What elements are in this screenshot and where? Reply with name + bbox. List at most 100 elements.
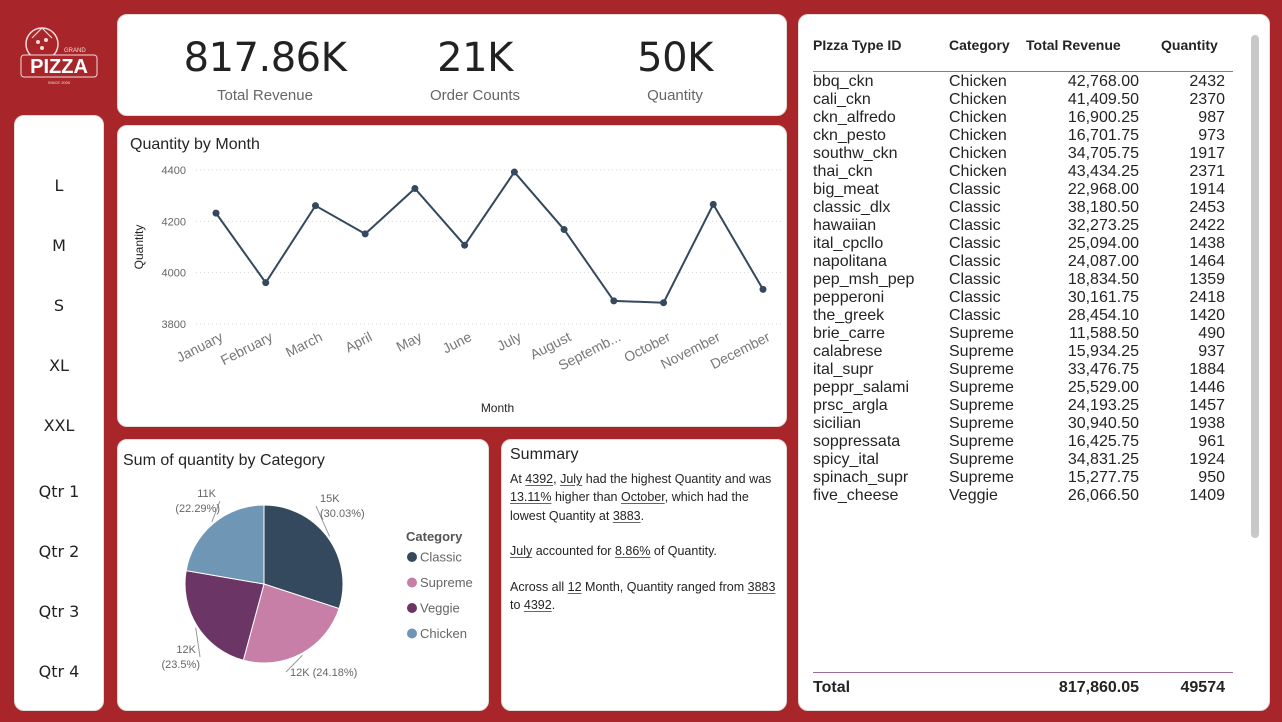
legend-marker	[407, 552, 417, 562]
slicer-item-qtr2[interactable]: Qtr 2	[15, 542, 103, 561]
table-row[interactable]: big_meat Classic 22,968.00 1914	[813, 181, 1233, 199]
legend-item: Veggie	[420, 601, 460, 616]
x-tick-label: July	[494, 328, 523, 354]
category-cell: Supreme	[949, 415, 1014, 432]
kpi-quantity: 50K Quantity	[575, 33, 775, 104]
table-total-row: Total 817,860.05 49574	[813, 672, 1233, 702]
quantity-cell: 961	[1198, 433, 1225, 450]
revenue-cell: 41,409.50	[1067, 91, 1139, 108]
slicer-item-xxl[interactable]: XXL	[15, 416, 103, 435]
table-row[interactable]: ital_supr Supreme 33,476.75 1884	[813, 361, 1233, 379]
quantity-cell: 2370	[1189, 91, 1225, 108]
revenue-cell: 33,476.75	[1067, 361, 1139, 378]
column-header-pizza-type[interactable]: PIzza Type ID	[813, 25, 949, 72]
kpi-value: 817.86K	[183, 35, 347, 81]
table-row[interactable]: bbq_ckn Chicken 42,768.00 2432	[813, 73, 1233, 91]
table-row[interactable]: pepperoni Classic 30,161.75 2418	[813, 289, 1233, 307]
revenue-cell: 28,454.10	[1067, 307, 1139, 324]
x-tick-label: May	[393, 328, 424, 354]
slice-label: 12K	[176, 644, 196, 656]
pie-slice[interactable]	[185, 504, 265, 585]
table-row[interactable]: the_greek Classic 28,454.10 1420	[813, 307, 1233, 325]
pizza-type-cell: calabrese	[813, 343, 883, 360]
kpi-value: 50K	[637, 35, 713, 81]
slicer-item-qtr4[interactable]: Qtr 4	[15, 662, 103, 681]
category-cell: Classic	[949, 253, 1001, 270]
pizza-type-cell: ckn_pesto	[813, 127, 886, 144]
slicer-item-xl[interactable]: XL	[15, 356, 103, 375]
pizza-type-cell: southw_ckn	[813, 145, 898, 162]
pizza-type-cell: pep_msh_pep	[813, 271, 915, 288]
table-row[interactable]: prsc_argla Supreme 24,193.25 1457	[813, 397, 1233, 415]
revenue-cell: 22,968.00	[1067, 181, 1139, 198]
quantity-cell: 2371	[1189, 163, 1225, 180]
quantity-cell: 2432	[1189, 73, 1225, 90]
table-body[interactable]: bbq_ckn Chicken 42,768.00 2432 cali_ckn Chick…	[813, 73, 1233, 671]
table-row[interactable]: thai_ckn Chicken 43,434.25 2371	[813, 163, 1233, 181]
pizza-type-cell: peppr_salami	[813, 379, 910, 396]
table-row[interactable]: calabrese Supreme 15,934.25 937	[813, 343, 1233, 361]
legend-item: Chicken	[420, 626, 467, 641]
table-row[interactable]: ital_cpcllo Classic 25,094.00 1438	[813, 235, 1233, 253]
table-row[interactable]: hawaiian Classic 32,273.25 2422	[813, 217, 1233, 235]
kpi-card: 817.86K Total Revenue 21K Order Counts 5…	[117, 14, 787, 116]
data-point	[311, 202, 319, 210]
category-cell: Classic	[949, 217, 1001, 234]
category-cell: Classic	[949, 235, 1001, 252]
data-point	[461, 241, 469, 249]
quantity-by-month-chart[interactable]: 3800 4000 4200 4400 Quantity Month JanuaryFebr…	[118, 126, 786, 426]
table-row[interactable]: spicy_ital Supreme 34,831.25 1924	[813, 451, 1233, 469]
quantity-cell: 1464	[1189, 253, 1225, 270]
column-header-category[interactable]: Category	[949, 25, 1026, 72]
revenue-cell: 24,087.00	[1067, 253, 1139, 270]
table-row[interactable]: soppressata Supreme 16,425.75 961	[813, 433, 1233, 451]
table-row[interactable]: five_cheese Veggie 26,066.50 1409	[813, 487, 1233, 505]
table-row[interactable]: sicilian Supreme 30,940.50 1938	[813, 415, 1233, 433]
y-axis-label: Quantity	[132, 225, 146, 270]
quantity-cell: 1438	[1189, 235, 1225, 252]
category-cell: Supreme	[949, 469, 1014, 486]
table-row[interactable]: ckn_alfredo Chicken 16,900.25 987	[813, 109, 1233, 127]
revenue-cell: 30,161.75	[1067, 289, 1139, 306]
table-scrollbar[interactable]	[1251, 35, 1259, 538]
slicer-item-qtr1[interactable]: Qtr 1	[15, 482, 103, 501]
pizza-type-cell: big_meat	[813, 181, 879, 198]
revenue-cell: 15,934.25	[1067, 343, 1139, 360]
pizza-type-cell: sicilian	[813, 415, 862, 432]
column-header-quantity[interactable]: Quantity	[1139, 25, 1233, 72]
table-row[interactable]: southw_ckn Chicken 34,705.75 1917	[813, 145, 1233, 163]
column-header-total-revenue[interactable]: Total Revenue	[1026, 25, 1139, 72]
logo-text: PIZZA	[30, 56, 88, 78]
series-line	[215, 170, 764, 304]
category-cell: Chicken	[949, 163, 1007, 180]
revenue-cell: 25,529.00	[1067, 379, 1139, 396]
category-cell: Classic	[949, 181, 1001, 198]
table-row[interactable]: napolitana Classic 24,087.00 1464	[813, 253, 1233, 271]
category-cell: Classic	[949, 289, 1001, 306]
y-tick-label: 4400	[162, 165, 186, 177]
legend-marker	[407, 603, 417, 613]
slicer-item-l[interactable]: L	[15, 176, 103, 195]
y-tick-label: 3800	[162, 319, 186, 331]
quantity-by-category-chart[interactable]: 15K (30.03%) 12K (24.18%) 12K (23.5%) 11K (22.…	[118, 440, 488, 710]
kpi-label: Order Counts	[429, 87, 521, 104]
slicer-item-qtr3[interactable]: Qtr 3	[15, 602, 103, 621]
data-point	[361, 230, 369, 238]
table-row[interactable]: peppr_salami Supreme 25,529.00 1446	[813, 379, 1233, 397]
table-row[interactable]: classic_dlx Classic 38,180.50 2453	[813, 199, 1233, 217]
summary-paragraph: Across all 12 Month, Quantity ranged fro…	[510, 579, 776, 613]
slicer-item-m[interactable]: M	[15, 236, 103, 255]
quantity-cell: 1359	[1189, 271, 1225, 288]
data-point	[709, 200, 717, 208]
table-row[interactable]: spinach_supr Supreme 15,277.75 950	[813, 469, 1233, 487]
table-row[interactable]: cali_ckn Chicken 41,409.50 2370	[813, 91, 1233, 109]
table-row[interactable]: brie_carre Supreme 11,588.50 490	[813, 325, 1233, 343]
pizza-type-cell: hawaiian	[813, 217, 877, 234]
slicer-item-s[interactable]: S	[15, 296, 103, 315]
x-tick-label: January	[174, 328, 226, 365]
quantity-cell: 1409	[1189, 487, 1225, 504]
category-cell: Chicken	[949, 73, 1007, 90]
table-row[interactable]: pep_msh_pep Classic 18,834.50 1359	[813, 271, 1233, 289]
table-row[interactable]: ckn_pesto Chicken 16,701.75 973	[813, 127, 1233, 145]
x-tick-label: March	[283, 328, 325, 360]
